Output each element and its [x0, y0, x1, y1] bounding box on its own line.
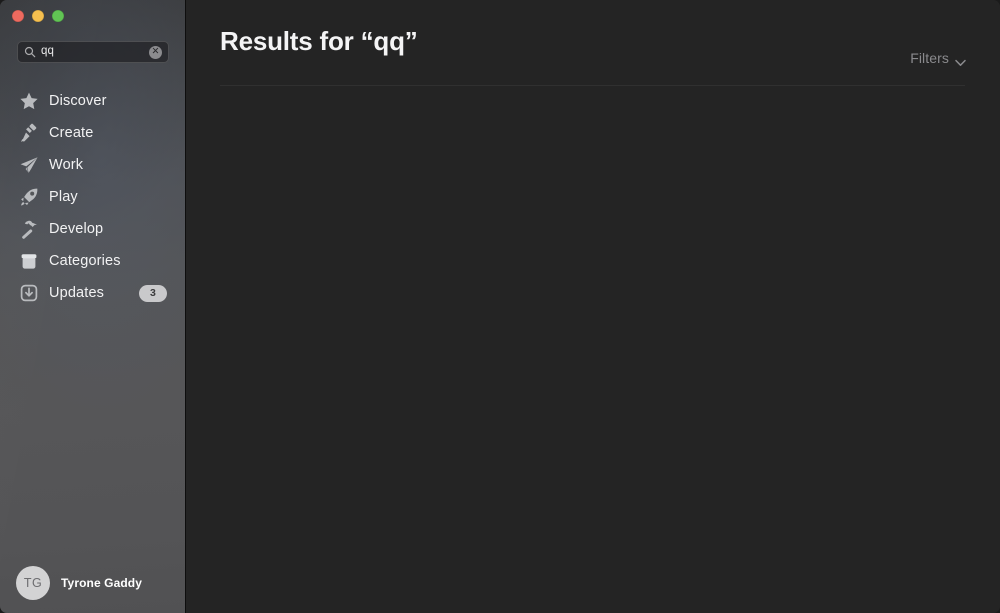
sidebar-item-develop[interactable]: Develop: [10, 215, 175, 243]
account-row[interactable]: TG Tyrone Gaddy: [0, 566, 185, 600]
search-input[interactable]: qq ✕: [17, 41, 169, 63]
box-icon: [18, 250, 40, 272]
sidebar-item-label: Discover: [49, 93, 107, 109]
zoom-button[interactable]: [52, 10, 64, 22]
search-value: qq: [41, 46, 54, 58]
star-icon: [18, 90, 40, 112]
close-button[interactable]: [12, 10, 24, 22]
hammer-icon: [18, 218, 40, 240]
sidebar-item-work[interactable]: Work: [10, 151, 175, 179]
updates-badge: 3: [139, 284, 167, 302]
content-header: Results for “qq” Filters: [186, 0, 1000, 86]
search-container: qq ✕: [17, 41, 169, 63]
sidebar-item-label: Develop: [49, 221, 104, 237]
chevron-down-icon: [955, 54, 966, 66]
sidebar-nav: Discover Create Work Play Develop Catego…: [0, 83, 185, 311]
rocket-icon: [18, 186, 40, 208]
sidebar-item-updates[interactable]: Updates 3: [10, 279, 175, 307]
minimize-button[interactable]: [32, 10, 44, 22]
sidebar-item-label: Updates: [49, 285, 105, 301]
sidebar-item-label: Create: [49, 125, 94, 141]
sidebar-item-discover[interactable]: Discover: [10, 87, 175, 115]
main-content: Results for “qq” Filters: [186, 0, 1000, 613]
filters-button[interactable]: Filters: [910, 50, 966, 66]
page-title: Results for “qq”: [220, 25, 418, 56]
app-window: qq ✕ Discover Create Work Play Develop C…: [0, 0, 1000, 613]
window-traffic-lights: [12, 10, 64, 22]
search-results-list: [186, 86, 1000, 613]
sidebar-item-label: Categories: [49, 253, 121, 269]
paper-plane-icon: [18, 154, 40, 176]
sidebar: qq ✕ Discover Create Work Play Develop C…: [0, 0, 186, 613]
sidebar-item-label: Work: [49, 157, 84, 173]
sidebar-item-label: Play: [49, 189, 78, 205]
download-icon: [18, 282, 40, 304]
sidebar-item-create[interactable]: Create: [10, 119, 175, 147]
clear-circle-icon[interactable]: ✕: [149, 45, 162, 59]
paintbrush-icon: [18, 122, 40, 144]
search-icon: [24, 46, 36, 58]
account-name: Tyrone Gaddy: [61, 576, 142, 590]
sidebar-item-play[interactable]: Play: [10, 183, 175, 211]
filters-label: Filters: [910, 50, 949, 66]
sidebar-item-categories[interactable]: Categories: [10, 247, 175, 275]
avatar: TG: [16, 566, 50, 600]
